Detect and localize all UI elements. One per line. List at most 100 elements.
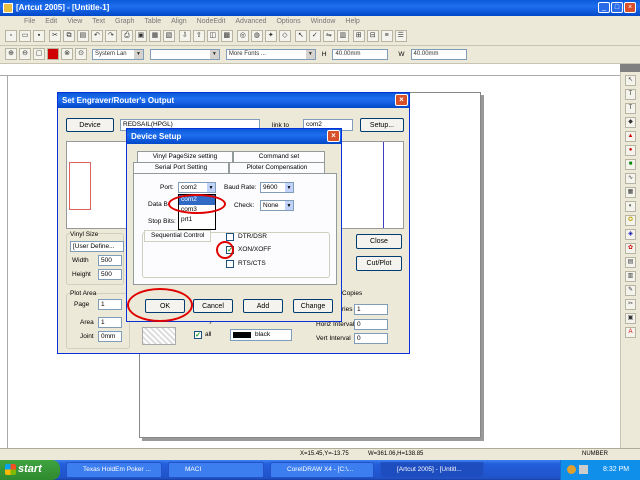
zoom-all-icon[interactable]: ⊙: [75, 48, 87, 60]
menu-window[interactable]: Window: [307, 16, 340, 25]
redo-icon[interactable]: ↷: [104, 30, 117, 42]
task-artcut[interactable]: [Artcut 2005] - [Untitl...: [380, 462, 484, 478]
shape-tool-icon[interactable]: ■: [625, 159, 636, 170]
output-dialog-close-button[interactable]: ×: [395, 94, 408, 106]
tab-vinyl-pagesize[interactable]: Vinyl PageSize setting: [137, 151, 233, 162]
save-icon[interactable]: ▪: [33, 30, 45, 42]
vinyl-height-field[interactable]: 500: [98, 269, 122, 280]
setup-button[interactable]: Setup...: [360, 118, 404, 132]
check-icon[interactable]: ✓: [308, 30, 321, 42]
minimize-button[interactable]: _: [598, 2, 610, 13]
height-field[interactable]: 40.00mm: [332, 49, 389, 60]
pointer-icon[interactable]: ↖: [294, 30, 307, 42]
print-icon[interactable]: ⎙: [120, 30, 133, 42]
more-fonts-combo[interactable]: More Fonts ... ▼: [225, 49, 316, 60]
cut-icon[interactable]: ✂: [48, 30, 61, 42]
paint-tool-icon[interactable]: ●: [625, 145, 636, 156]
table-tool-icon[interactable]: ▦: [625, 187, 636, 198]
menu-view[interactable]: View: [63, 16, 86, 25]
port-select[interactable]: com2 ▼: [178, 182, 216, 193]
grid-tool-icon[interactable]: ▤: [625, 257, 636, 268]
zoom-in-icon[interactable]: ⊕: [5, 48, 17, 60]
task-maci[interactable]: MACI: [168, 462, 264, 478]
fill-tool-icon[interactable]: ▲: [625, 131, 636, 142]
plot-icon[interactable]: ▧: [162, 30, 175, 42]
new-file-icon[interactable]: ▫: [5, 30, 17, 42]
edit-tool-icon[interactable]: ✎: [625, 285, 636, 296]
zoom-page-icon[interactable]: ▢: [33, 48, 45, 60]
weed-tool-icon[interactable]: ✂: [625, 299, 636, 310]
cancel-button[interactable]: Cancel: [193, 299, 233, 313]
menu-advanced[interactable]: Advanced: [231, 16, 270, 25]
text-effect-icon[interactable]: A: [625, 327, 636, 338]
series-field[interactable]: 1: [354, 304, 388, 315]
color-fill-icon[interactable]: [47, 48, 59, 60]
menu-file[interactable]: File: [20, 16, 39, 25]
contour-icon[interactable]: ◍: [250, 30, 263, 42]
scan-icon[interactable]: ◫: [206, 30, 219, 42]
idea-icon[interactable]: ✦: [264, 30, 277, 42]
device-button[interactable]: Device: [66, 118, 114, 132]
tray-volume-icon[interactable]: [579, 465, 588, 474]
layout-tool-icon[interactable]: ▥: [625, 271, 636, 282]
copy-icon[interactable]: ⧉: [62, 30, 75, 42]
menu-edit[interactable]: Edit: [41, 16, 61, 25]
window-tile-icon[interactable]: ⊟: [366, 30, 379, 42]
export-icon[interactable]: ⇧: [192, 30, 205, 42]
maximize-button[interactable]: □: [611, 2, 623, 13]
menu-help[interactable]: Help: [341, 16, 363, 25]
color-select[interactable]: black: [230, 329, 292, 341]
menu-align[interactable]: Align: [167, 16, 191, 25]
undo-icon[interactable]: ↶: [90, 30, 103, 42]
align-icon[interactable]: ▥: [336, 30, 349, 42]
port-option-prt1[interactable]: prt1: [179, 215, 215, 225]
curve-tool-icon[interactable]: ∿: [625, 173, 636, 184]
zoom-out-icon[interactable]: ⊖: [19, 48, 31, 60]
tab-command-set[interactable]: Command set: [233, 151, 325, 162]
zoom-fit-icon[interactable]: ◎: [236, 30, 249, 42]
select-tool-icon[interactable]: ↖: [625, 75, 636, 86]
output-icon[interactable]: ▦: [148, 30, 161, 42]
paste-icon[interactable]: ▤: [76, 30, 89, 42]
device-setup-close-button[interactable]: ×: [327, 130, 340, 142]
task-coreldraw[interactable]: CorelDRAW X4 - [C:\...: [270, 462, 374, 478]
node-tool-icon[interactable]: ◆: [625, 117, 636, 128]
all-colors-checkbox[interactable]: ✓: [194, 331, 202, 339]
text-tool-icon[interactable]: T: [625, 89, 636, 100]
joint-field[interactable]: 0mm: [98, 331, 122, 342]
ellipse-tool-icon[interactable]: ◐: [625, 201, 636, 212]
detail-view-icon[interactable]: ☰: [394, 30, 407, 42]
menu-options[interactable]: Options: [272, 16, 304, 25]
check-select[interactable]: None ▼: [260, 200, 294, 211]
font-combo[interactable]: System Lan ▼: [91, 49, 144, 60]
dtr-dsr-checkbox[interactable]: [226, 233, 234, 241]
image-tool-icon[interactable]: ▣: [625, 313, 636, 324]
width-field[interactable]: 40.00mm: [410, 49, 467, 60]
palette-tool-icon[interactable]: ✿: [625, 243, 636, 254]
change-button[interactable]: Change: [293, 299, 333, 313]
vertical-text-icon[interactable]: T: [625, 103, 636, 114]
list-view-icon[interactable]: ≡: [380, 30, 393, 42]
vert-interval-field[interactable]: 0: [354, 333, 388, 344]
mirror-icon[interactable]: ⇋: [322, 30, 335, 42]
vinyl-width-field[interactable]: 500: [98, 255, 122, 266]
menu-table[interactable]: Table: [140, 16, 165, 25]
zoom-select-icon[interactable]: ⊗: [61, 48, 73, 60]
vinyl-size-select[interactable]: [User Define...: [70, 241, 124, 252]
font-size-combo[interactable]: ▼: [149, 49, 220, 60]
menu-nodeedit[interactable]: NodeEdit: [193, 16, 230, 25]
cut-plot-button[interactable]: Cut/Plot: [356, 256, 402, 271]
color-tool-icon[interactable]: ✪: [625, 215, 636, 226]
import-icon[interactable]: ⇩: [178, 30, 191, 42]
add-button[interactable]: Add: [243, 299, 283, 313]
node-icon[interactable]: ◇: [278, 30, 291, 42]
tray-network-icon[interactable]: [567, 465, 576, 474]
effect-tool-icon[interactable]: ◈: [625, 229, 636, 240]
rts-cts-checkbox[interactable]: [226, 260, 234, 268]
tab-serial-port-setting[interactable]: Serial Port Setting: [133, 162, 229, 173]
window-cascade-icon[interactable]: ⊞: [352, 30, 365, 42]
image-icon[interactable]: ▩: [220, 30, 233, 42]
page-field[interactable]: 1: [98, 299, 122, 310]
print-preview-icon[interactable]: ▣: [134, 30, 147, 42]
task-poker[interactable]: Texas HoldEm Poker ...: [66, 462, 162, 478]
